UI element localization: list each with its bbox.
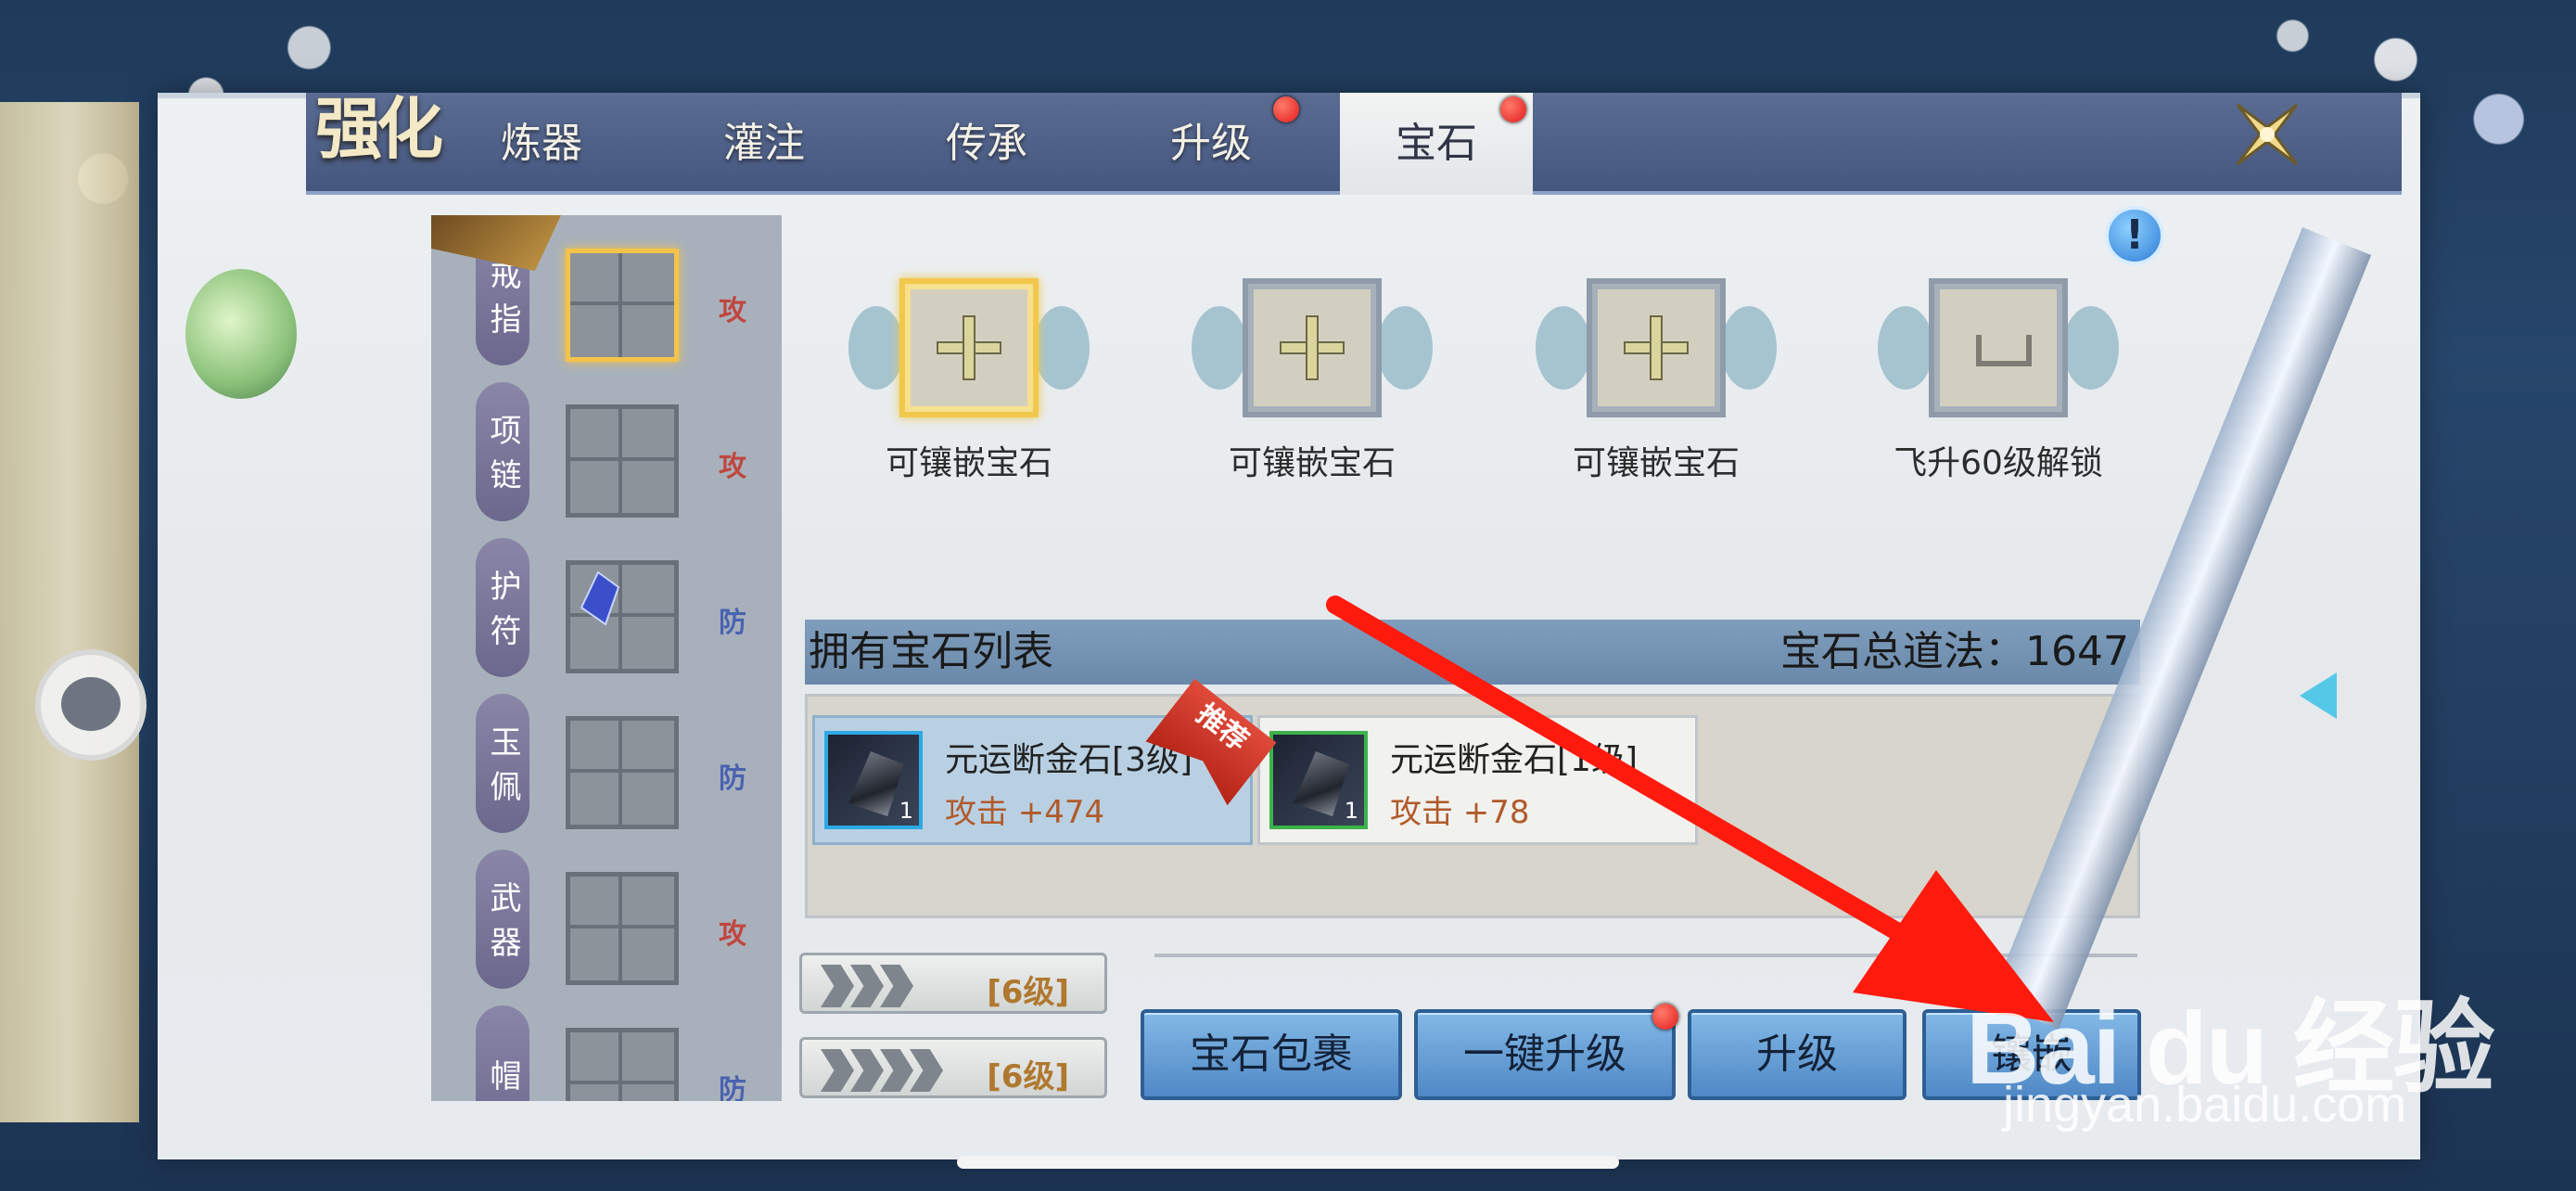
- tab-upgrade[interactable]: 升级: [1170, 109, 1252, 169]
- equip-slot-amulet[interactable]: [566, 560, 679, 673]
- gem-stat-2: 攻击 +78: [1390, 794, 1530, 831]
- gem-item-2[interactable]: 1 元运断金石[1级] 攻击 +78: [1257, 715, 1698, 845]
- gem-slot-label-4: 飞升60级解锁: [1894, 444, 2103, 482]
- gem-slot-2[interactable]: 可镶嵌宝石: [1154, 264, 1470, 506]
- watermark: Bai du 经验 jingyan.baidu.com: [1966, 965, 2495, 1133]
- arrows-icon: [821, 1049, 943, 1092]
- wing-left-icon: [848, 306, 904, 390]
- chat-icon[interactable]: [35, 649, 147, 761]
- equip-row-hat[interactable]: 帽 防: [431, 994, 782, 1101]
- arrows-icon: [821, 965, 913, 1007]
- equip-row-jade[interactable]: 玉佩 防: [431, 683, 782, 839]
- gem-slot-frame-4[interactable]: [1929, 278, 2068, 417]
- gem-slot-label-2: 可镶嵌宝石: [1228, 444, 1396, 482]
- level-filter-2[interactable]: [6级]: [799, 1037, 1107, 1098]
- equip-slot-hat[interactable]: [566, 1028, 679, 1101]
- equip-tag-hat: 防: [719, 1074, 746, 1101]
- gem-name-2: 元运断金石[1级]: [1390, 741, 1638, 779]
- scroll-rod-left: [0, 102, 139, 1122]
- watermark-url: jingyan.baidu.com: [2003, 1077, 2407, 1133]
- level-filter-label-1: [6级]: [987, 974, 1069, 1011]
- level-filter-label-2: [6级]: [987, 1058, 1069, 1095]
- tab-upgrade-red-dot: [1273, 96, 1299, 122]
- owned-gem-list: 1 元运断金石[3级] 攻击 +474 1 元运断金石[1级] 攻击 +78: [805, 694, 2140, 918]
- level-filter-1[interactable]: [6级]: [799, 953, 1107, 1014]
- blue-gem-icon: [580, 570, 620, 626]
- tab-infuse[interactable]: 灌注: [723, 109, 805, 169]
- page-title: 强化: [315, 89, 443, 168]
- gem-thumb-1: 1: [824, 731, 923, 829]
- owned-gem-list-title: 拥有宝石列表: [809, 628, 1053, 675]
- gem-slot-1[interactable]: 可镶嵌宝石: [811, 264, 1127, 506]
- equip-tag-jade: 防: [719, 762, 746, 795]
- gem-slot-frame-2[interactable]: [1243, 278, 1382, 417]
- gem-thumb-2: 1: [1269, 731, 1368, 829]
- tab-refine[interactable]: 炼器: [501, 109, 582, 169]
- gem-slot-frame-1[interactable]: [899, 278, 1039, 417]
- gem-shard-icon: [848, 751, 904, 816]
- gem-slot-4[interactable]: 飞升60级解锁: [1841, 264, 2156, 506]
- wing-left-icon: [1192, 306, 1247, 390]
- equip-slot-ring[interactable]: [566, 249, 679, 362]
- home-indicator[interactable]: [957, 1156, 1619, 1169]
- equip-label-weapon: 武器: [476, 850, 529, 989]
- gem-slot-label-3: 可镶嵌宝石: [1572, 444, 1740, 482]
- gem-count-2: 1: [1344, 798, 1358, 824]
- equip-slot-jade[interactable]: [566, 716, 679, 829]
- equip-label-hat: 帽: [476, 1005, 529, 1101]
- equip-label-amulet: 护符: [476, 538, 529, 677]
- wing-left-icon: [1878, 306, 1933, 390]
- gem-slot-3[interactable]: 可镶嵌宝石: [1498, 264, 1814, 506]
- wing-right-icon: [1377, 306, 1433, 390]
- wing-left-icon: [1536, 306, 1591, 390]
- tab-inherit[interactable]: 传承: [946, 109, 1027, 169]
- equip-slot-weapon[interactable]: [566, 872, 679, 985]
- equip-tag-amulet: 防: [719, 607, 746, 639]
- equip-row-necklace[interactable]: 项链 攻: [431, 371, 782, 527]
- upgrade-button[interactable]: 升级: [1688, 1009, 1906, 1100]
- gem-bag-button[interactable]: 宝石包裹: [1141, 1009, 1402, 1100]
- wing-right-icon: [1034, 306, 1090, 390]
- equip-row-amulet[interactable]: 护符 防: [431, 527, 782, 683]
- gem-slot-label-1: 可镶嵌宝石: [885, 444, 1052, 482]
- equip-tag-weapon: 攻: [719, 918, 746, 951]
- gem-slot-frame-3[interactable]: [1587, 278, 1726, 417]
- equipment-list: 戒指 攻 项链 攻 护符 防 玉佩 防 武器 攻 帽 防: [431, 215, 782, 1101]
- gem-shard-icon: [1294, 751, 1349, 816]
- equip-row-weapon[interactable]: 武器 攻: [431, 839, 782, 994]
- gem-count-1: 1: [899, 798, 913, 824]
- info-icon[interactable]: !: [2105, 206, 2164, 265]
- gem-total-power: 宝石总道法：1647: [1780, 628, 2129, 675]
- one-key-upgrade-button[interactable]: 一键升级: [1414, 1009, 1676, 1100]
- tab-gem-red-dot: [1500, 96, 1526, 122]
- gem-stat-1: 攻击 +474: [945, 794, 1105, 831]
- one-key-upgrade-red-dot: [1652, 1004, 1678, 1030]
- equip-tag-ring: 攻: [719, 295, 746, 327]
- owned-gem-list-header: 拥有宝石列表 宝石总道法：1647: [805, 620, 2140, 685]
- close-icon[interactable]: [2230, 97, 2304, 172]
- wing-right-icon: [1721, 306, 1777, 390]
- wing-right-icon: [2063, 306, 2119, 390]
- divider: [1154, 954, 2137, 957]
- jade-pendant-icon: [185, 269, 297, 399]
- equip-tag-necklace: 攻: [719, 451, 746, 483]
- equip-label-jade: 玉佩: [476, 694, 529, 833]
- equip-slot-necklace[interactable]: [566, 404, 679, 518]
- lock-icon: [1976, 335, 2032, 366]
- equip-label-necklace: 项链: [476, 382, 529, 521]
